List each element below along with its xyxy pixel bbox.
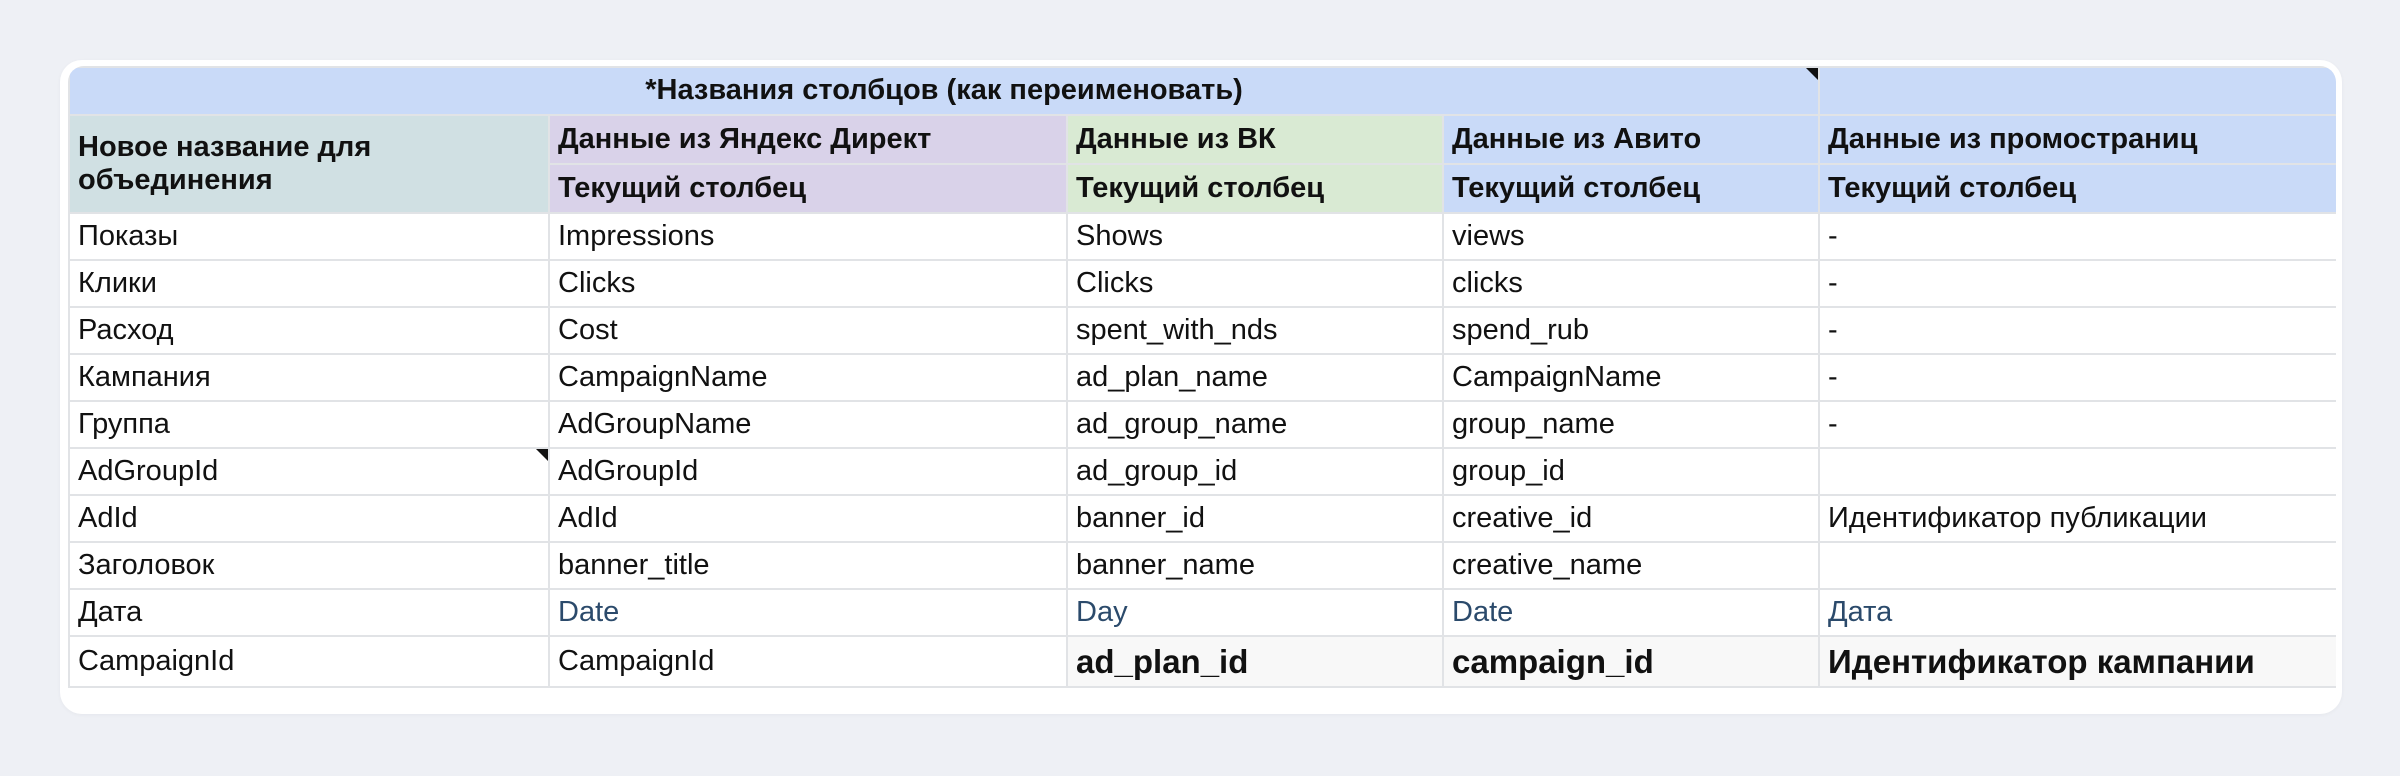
- header-avito[interactable]: Данные из Авито: [1441, 114, 1821, 165]
- table-cell[interactable]: CampaignName: [548, 353, 1068, 402]
- table-cell[interactable]: creative_name: [1441, 541, 1821, 590]
- table-cell[interactable]: AdGroupId: [548, 447, 1068, 496]
- table-cell[interactable]: ad_group_name: [1066, 400, 1444, 449]
- table-row: Группа AdGroupName ad_group_name group_n…: [68, 400, 2336, 449]
- table-row: AdGroupId AdGroupId ad_group_id group_id: [68, 447, 2336, 496]
- subheader-promo[interactable]: Текущий столбец: [1818, 163, 2336, 214]
- table-cell[interactable]: banner_title: [548, 541, 1068, 590]
- table-cell[interactable]: Идентификатор кампании: [1818, 635, 2336, 688]
- header-yandex[interactable]: Данные из Яндекс Директ: [548, 114, 1068, 165]
- table-cell[interactable]: [1818, 447, 2336, 496]
- table-cell[interactable]: Cost: [548, 306, 1068, 355]
- subheader-avito[interactable]: Текущий столбец: [1441, 163, 1821, 214]
- header-new-name[interactable]: Новое название для объединения: [68, 114, 550, 214]
- table-cell[interactable]: ad_plan_id: [1066, 635, 1444, 688]
- table-cell[interactable]: -: [1818, 306, 2336, 355]
- table-cell[interactable]: Impressions: [548, 212, 1068, 261]
- table-cell[interactable]: -: [1818, 400, 2336, 449]
- table-row: Дата Date Day Date Дата: [68, 588, 2336, 637]
- table-row: AdId AdId banner_id creative_id Идентифи…: [68, 494, 2336, 543]
- table-cell[interactable]: CampaignId: [548, 635, 1068, 688]
- title-row: *Названия столбцов (как переименовать): [68, 66, 2336, 116]
- table-cell[interactable]: group_id: [1441, 447, 1821, 496]
- table-row: Кампания CampaignName ad_plan_name Campa…: [68, 353, 2336, 402]
- table-row: Расход Cost spent_with_nds spend_rub -: [68, 306, 2336, 355]
- table-cell[interactable]: Clicks: [548, 259, 1068, 308]
- group-header-row: Новое название для объединения Данные из…: [68, 114, 2336, 214]
- subheader-vk[interactable]: Текущий столбец: [1066, 163, 1444, 214]
- table-cell[interactable]: Clicks: [1066, 259, 1444, 308]
- mapping-table: *Названия столбцов (как переименовать) Н…: [68, 66, 2336, 688]
- table-cell[interactable]: Клики: [68, 259, 550, 308]
- table-cell[interactable]: CampaignName: [1441, 353, 1821, 402]
- table-cell[interactable]: group_name: [1441, 400, 1821, 449]
- table-title[interactable]: *Названия столбцов (как переименовать): [68, 66, 1820, 116]
- table-cell[interactable]: campaign_id: [1441, 635, 1821, 688]
- table-cell[interactable]: banner_id: [1066, 494, 1444, 543]
- table-cell[interactable]: Кампания: [68, 353, 550, 402]
- table-cell[interactable]: CampaignId: [68, 635, 550, 688]
- table-cell[interactable]: -: [1818, 259, 2336, 308]
- table-cell[interactable]: views: [1441, 212, 1821, 261]
- header-vk[interactable]: Данные из ВК: [1066, 114, 1444, 165]
- table-cell[interactable]: AdId: [68, 494, 550, 543]
- table-row: Клики Clicks Clicks clicks -: [68, 259, 2336, 308]
- table-cell[interactable]: banner_name: [1066, 541, 1444, 590]
- title-empty-cell[interactable]: [1818, 66, 2336, 116]
- table-row: CampaignId CampaignId ad_plan_id campaig…: [68, 635, 2336, 688]
- table-cell[interactable]: Заголовок: [68, 541, 550, 590]
- table-title-text: *Названия столбцов (как переименовать): [645, 74, 1243, 107]
- table-cell[interactable]: AdGroupName: [548, 400, 1068, 449]
- table-cell[interactable]: AdGroupId: [68, 447, 550, 496]
- table-cell[interactable]: Day: [1066, 588, 1444, 637]
- table-cell[interactable]: Показы: [68, 212, 550, 261]
- table-cell[interactable]: Дата: [68, 588, 550, 637]
- table-cell[interactable]: clicks: [1441, 259, 1821, 308]
- subheader-yandex[interactable]: Текущий столбец: [548, 163, 1068, 214]
- table-cell[interactable]: -: [1818, 353, 2336, 402]
- table-cell[interactable]: Shows: [1066, 212, 1444, 261]
- comment-marker-icon[interactable]: [1806, 69, 1819, 80]
- comment-marker-icon[interactable]: [536, 450, 547, 461]
- table-cell[interactable]: [1818, 541, 2336, 590]
- table-cell[interactable]: spend_rub: [1441, 306, 1821, 355]
- table-cell[interactable]: creative_id: [1441, 494, 1821, 543]
- table-cell[interactable]: -: [1818, 212, 2336, 261]
- table-cell[interactable]: Идентификатор публикации: [1818, 494, 2336, 543]
- cell-text: AdGroupId: [78, 454, 219, 487]
- table-cell[interactable]: ad_plan_name: [1066, 353, 1444, 402]
- table-cell[interactable]: Группа: [68, 400, 550, 449]
- table-cell[interactable]: Date: [548, 588, 1068, 637]
- table-cell[interactable]: AdId: [548, 494, 1068, 543]
- table-cell[interactable]: Расход: [68, 306, 550, 355]
- table-cell[interactable]: Date: [1441, 588, 1821, 637]
- table-cell[interactable]: Дата: [1818, 588, 2336, 637]
- table-row: Заголовок banner_title banner_name creat…: [68, 541, 2336, 590]
- spreadsheet: *Названия столбцов (как переименовать) Н…: [68, 66, 2336, 708]
- header-promo[interactable]: Данные из промостраниц: [1818, 114, 2336, 165]
- table-row: Показы Impressions Shows views -: [68, 212, 2336, 261]
- table-cell[interactable]: ad_group_id: [1066, 447, 1444, 496]
- table-cell[interactable]: spent_with_nds: [1066, 306, 1444, 355]
